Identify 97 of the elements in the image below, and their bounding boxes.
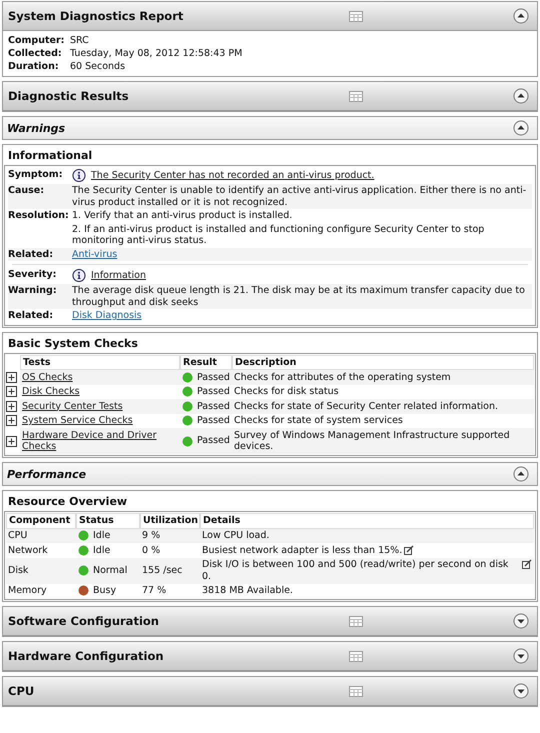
table-cell-text: 0 % [141,544,162,558]
table-icon[interactable] [349,90,363,102]
result-text: Passed [197,400,230,412]
panel-title: Informational [7,148,94,164]
edit-note-icon[interactable] [404,544,414,554]
section-title: System Diagnostics Report [8,9,184,23]
section-header[interactable]: System Diagnostics Report [3,2,537,31]
field-value: 60 Seconds [70,60,126,73]
table-icon[interactable] [349,616,363,626]
table-icon[interactable] [349,650,363,662]
result-text: Passed [197,386,230,398]
table-cell: CPU [6,528,76,543]
section-header[interactable]: Hardware Configuration [3,642,537,671]
description-text: The Security Center is unable to identify an active anti-virus application. Either there is no anti-virus product installed or it is not recognized. [72,185,528,208]
info-icon [72,269,86,283]
field-label: Collected: [8,47,63,60]
section-title: Hardware Configuration [8,649,165,663]
section-header[interactable]: Software Configuration [3,607,537,636]
test-link[interactable]: OS Checks [20,370,180,384]
field-label: Symptom: [8,169,64,182]
table-cell: Survey of Windows Management Infrastructure supported devices. [232,428,534,454]
symptom-link[interactable]: Information [91,270,146,282]
test-link[interactable]: Hardware Device and Driver Checks [20,428,180,454]
collapse-icon[interactable] [513,466,529,482]
field-label: Related: [8,310,54,322]
section-title: CPU [8,684,36,698]
subsection-title: Warnings [7,122,66,134]
collapse-icon[interactable] [513,120,529,136]
section-header[interactable]: Diagnostic Results [3,82,537,111]
subsection-header[interactable]: Warnings [2,116,538,140]
expand-icon[interactable] [6,415,17,426]
test-link[interactable]: System Service Checks [20,414,180,428]
expand-icon[interactable] [513,613,529,629]
status-text: Normal [93,564,128,576]
field-label: Related: [8,248,54,260]
edit-note-icon[interactable] [522,559,532,569]
panel-title: Basic System Checks [7,336,139,352]
test-link[interactable]: Disk Checks [20,384,180,399]
column-header: Tests [20,354,180,370]
table-icon[interactable] [349,10,363,22]
description-text: The average disk queue length is 21. The disk may be at its maximum transfer capacity due to throughput and disk seeks [72,285,526,308]
table-cell-text: Network [7,544,49,558]
panel-title: Resource Overview [7,494,128,510]
collapse-icon[interactable] [513,88,529,104]
table-cell: 155 /sec [140,558,200,584]
column-header: Description [232,354,534,370]
info-icon [72,169,86,183]
test-link[interactable]: Security Center Tests [20,399,180,414]
subsection-title: Performance [7,468,88,480]
table-cell-text: Checks for state of system services [233,414,404,428]
related-link[interactable]: Disk Diagnosis [72,310,142,322]
field-label: Duration: [8,60,60,73]
table-cell: Low CPU load. [202,530,270,542]
section-title: Diagnostic Results [8,89,130,103]
field-label: Warning: [8,285,58,298]
description-text: 1. Verify that an anti-virus product is installed. [72,210,294,222]
table-icon[interactable] [349,686,363,696]
result-text: Passed [197,435,230,447]
expand-icon[interactable] [6,436,17,446]
expand-icon[interactable] [6,386,17,398]
column-header: Details [200,513,534,528]
result-text: Passed [197,415,230,426]
table-cell-text: Checks for disk status [233,385,340,399]
column-header: Utilization [140,513,200,528]
table-cell: Disk [6,558,76,584]
expand-icon[interactable] [6,400,17,412]
table-cell: Checks for state of Security Center related information. [232,399,534,414]
field-label: Computer: [8,34,66,47]
table-cell: Checks for attributes of the operating system [232,370,534,384]
status-text: Busy [93,585,116,596]
expand-icon[interactable] [6,372,17,383]
expand-icon[interactable] [513,648,529,664]
table-cell: 3818 MB Available. [202,585,293,596]
field-label: Resolution: [8,210,70,223]
field-value: Tuesday, May 08, 2012 12:58:43 PM [70,47,242,60]
table-cell: Busiest network adapter is less than 15%. [202,544,402,556]
result-text: Passed [197,372,230,383]
symptom-link[interactable]: The Security Center has not recorded an anti-virus product. [91,170,374,182]
table-cell: 9 % [140,528,200,543]
status-text: Idle [93,544,110,556]
field-value: SRC [70,34,89,47]
related-link[interactable]: Anti-virus [72,248,118,260]
collapse-icon[interactable] [513,8,529,24]
field-label: Severity: [8,269,58,282]
field-label: Cause: [8,185,46,198]
section-header[interactable]: CPU [3,677,537,706]
section-title: Software Configuration [8,614,160,628]
status-text: Idle [93,530,110,542]
table-cell-text: 77 % [141,584,168,598]
table-cell-text: Memory [7,584,48,598]
expand-icon[interactable] [513,683,529,699]
column-header: Status [76,513,140,528]
column-header: Component [6,513,76,528]
description-text: 2. If an anti-virus product is installed and functioning configure Security Center to stop monitoring anti-virus status. [72,224,486,246]
column-header: Result [180,354,232,370]
subsection-header[interactable]: Performance [2,462,538,486]
table-cell-text: Disk I/O is between 100 and 500 (read/write) per second on disk 0. [202,559,510,582]
